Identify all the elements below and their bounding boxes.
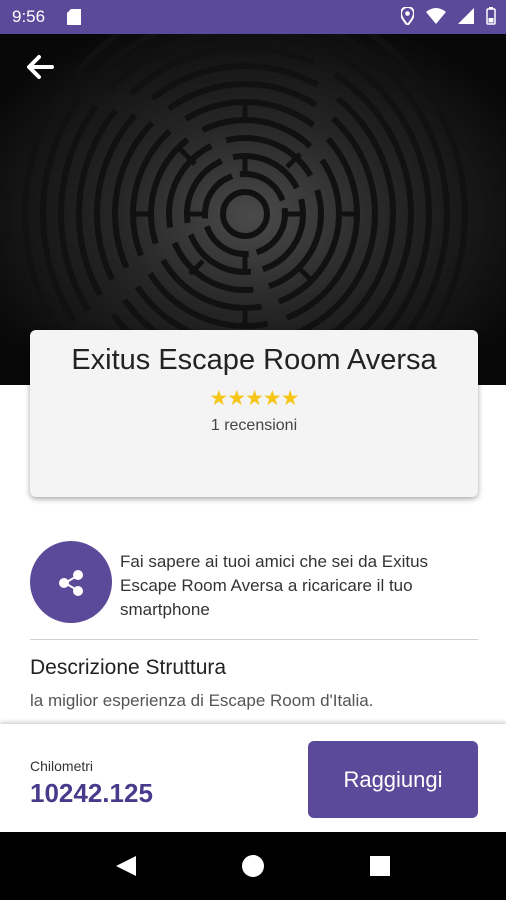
home-nav-icon[interactable] — [237, 850, 269, 882]
back-arrow-icon[interactable] — [22, 52, 60, 82]
description-text: la miglior esperienza di Escape Room d'I… — [30, 691, 374, 710]
info-card: Exitus Escape Room Aversa ★★★★★ 1 recens… — [30, 330, 478, 497]
share-button[interactable] — [30, 541, 112, 623]
raggiungi-button[interactable]: Raggiungi — [308, 741, 478, 818]
sd-card-icon — [67, 9, 81, 25]
recents-nav-icon[interactable] — [364, 850, 396, 882]
status-bar: 9:56 — [0, 0, 506, 34]
km-value: 10242.125 — [30, 778, 153, 808]
place-title: Exitus Escape Room Aversa — [71, 344, 437, 376]
back-nav-icon[interactable] — [110, 850, 142, 882]
nav-bar — [0, 832, 506, 900]
signal-icon — [458, 8, 474, 24]
wifi-icon — [426, 8, 446, 24]
battery-icon — [486, 7, 496, 25]
status-time: 9:56 — [12, 7, 46, 26]
divider — [30, 639, 478, 640]
location-icon — [401, 7, 414, 25]
share-icon — [59, 570, 83, 596]
status-icons — [401, 7, 496, 25]
bottom-panel: Chilometri 10242.125 Raggiungi — [0, 724, 506, 832]
reviews-count: 1 recensioni — [210, 417, 298, 434]
rating-stars: ★★★★★ — [209, 387, 299, 410]
share-text: Fai sapere ai tuoi amici che sei da Exit… — [120, 552, 429, 619]
km-label: Chilometri — [30, 758, 94, 774]
description-title: Descrizione Struttura — [30, 656, 227, 679]
